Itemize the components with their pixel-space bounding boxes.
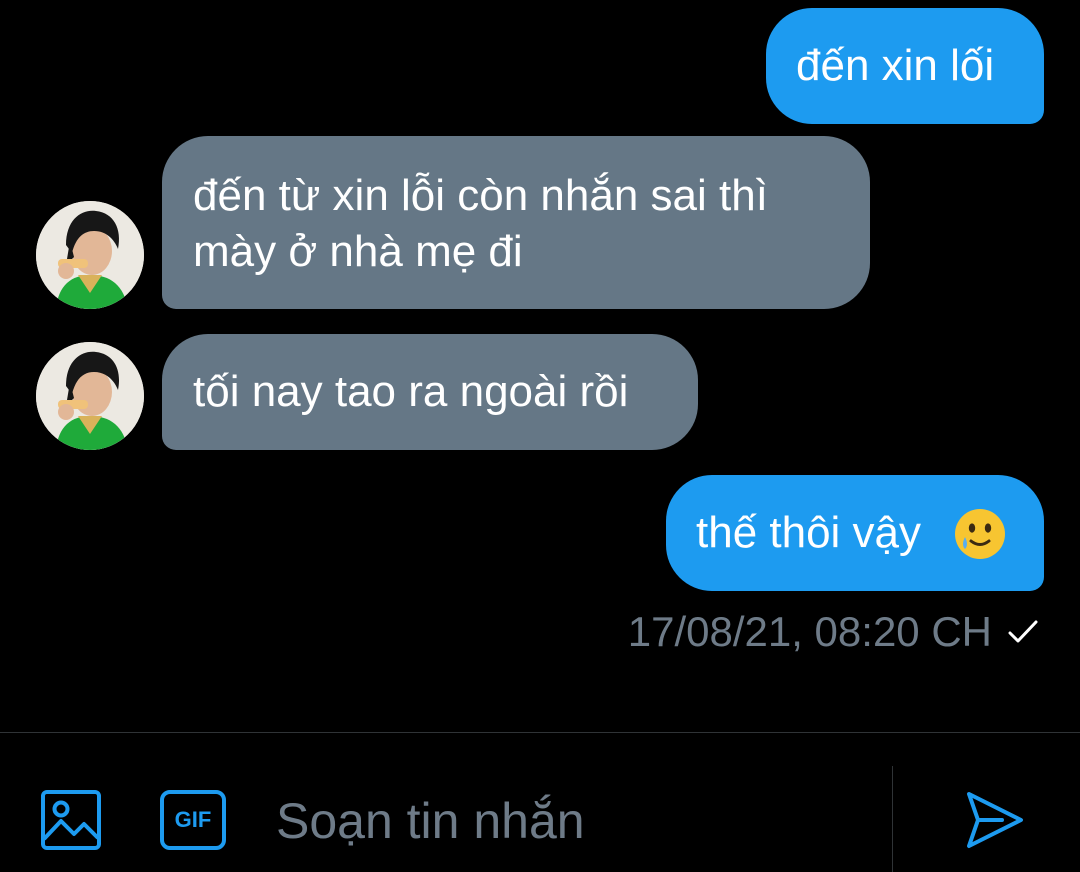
message-text-line: mày ở nhà mẹ đi bbox=[193, 227, 523, 276]
incoming-message-bubble[interactable]: đến từ xin lỗi còn nhắn sai thì mày ở nh… bbox=[162, 136, 870, 309]
incoming-message-bubble[interactable]: tối nay tao ra ngoài rồi bbox=[162, 334, 698, 450]
message-text: thế thôi vậy bbox=[696, 508, 922, 557]
image-icon bbox=[41, 790, 101, 850]
send-button[interactable] bbox=[964, 788, 1026, 857]
send-icon bbox=[967, 792, 1023, 848]
gif-label: GIF bbox=[174, 807, 212, 832]
timestamp: 17/08/21, 08:20 CH bbox=[627, 608, 992, 655]
message-text: tối nay tao ra ngoài rồi bbox=[193, 367, 629, 416]
avatar-photo bbox=[36, 342, 144, 450]
outgoing-message-bubble[interactable]: đến xin lối bbox=[766, 8, 1044, 124]
send-divider bbox=[892, 766, 893, 872]
message-text: đến xin lối bbox=[796, 41, 995, 90]
outgoing-message-bubble[interactable]: thế thôi vậy 🥲 bbox=[666, 475, 1044, 591]
message-meta: 17/08/21, 08:20 CH bbox=[628, 606, 1040, 658]
composer-divider bbox=[0, 732, 1080, 733]
message-text-line: đến từ xin lỗi còn nhắn sai thì bbox=[193, 171, 768, 220]
contact-avatar[interactable] bbox=[36, 342, 144, 450]
add-gif-button[interactable]: GIF bbox=[160, 790, 226, 855]
avatar-photo bbox=[36, 201, 144, 309]
smiling-face-with-tear-icon bbox=[955, 509, 1005, 559]
checkmark-icon bbox=[1006, 618, 1040, 646]
add-photo-button[interactable] bbox=[40, 789, 102, 856]
contact-avatar[interactable] bbox=[36, 201, 144, 309]
message-compose-input[interactable] bbox=[276, 788, 866, 854]
